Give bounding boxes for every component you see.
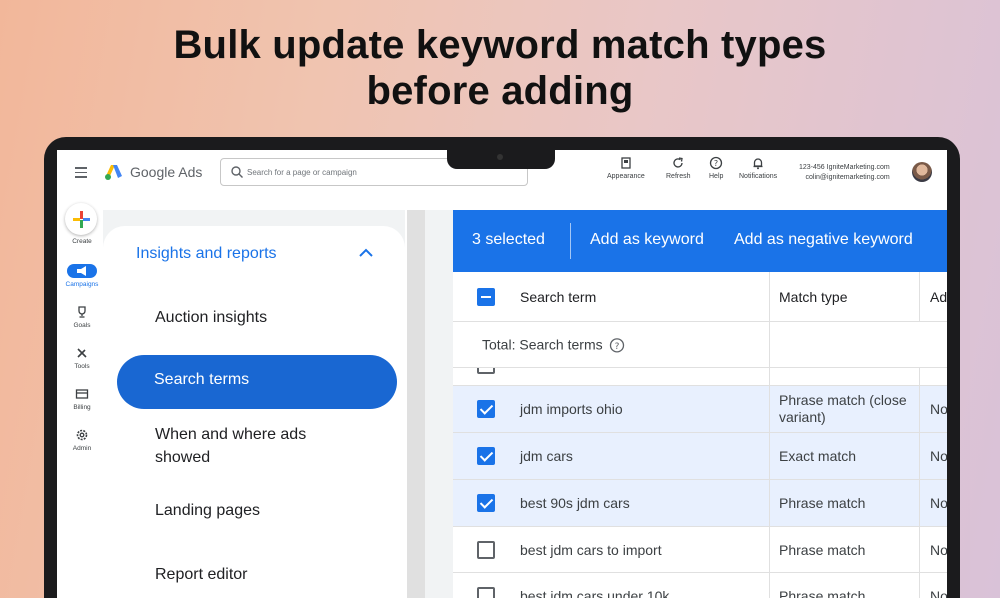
trophy-icon bbox=[78, 306, 86, 318]
row-checkbox[interactable] bbox=[477, 447, 495, 465]
appearance-button[interactable]: Appearance bbox=[607, 156, 645, 180]
match-type-cell: Phrase match bbox=[779, 495, 866, 511]
help-label: Help bbox=[709, 173, 724, 180]
chevron-up-icon[interactable] bbox=[357, 246, 375, 260]
notifications-button[interactable]: Notifications bbox=[739, 156, 777, 180]
app-name: Google Ads bbox=[130, 164, 203, 180]
row-checkbox[interactable] bbox=[477, 540, 495, 559]
table-row[interactable]: best jdm cars to import Phrase match No bbox=[453, 527, 947, 573]
add-as-keyword-button[interactable]: Add as keyword bbox=[590, 231, 704, 249]
select-all-checkbox[interactable] bbox=[477, 287, 495, 306]
sidebar-item-report-editor[interactable]: Report editor bbox=[155, 563, 355, 586]
search-terms-table: 3 selected Add as keyword Add as negativ… bbox=[453, 210, 947, 598]
table-row-partial bbox=[453, 368, 947, 386]
help-icon: ? bbox=[710, 156, 723, 170]
gear-icon bbox=[76, 429, 88, 441]
rail-item-campaigns[interactable]: Campaigns bbox=[57, 264, 107, 288]
account-info[interactable]: 123-456 IgniteMarketing.com colin@ignite… bbox=[799, 163, 890, 183]
rail-campaigns-label: Campaigns bbox=[65, 281, 99, 288]
table-row[interactable]: jdm imports ohio Phrase match (close var… bbox=[453, 386, 947, 433]
search-term-cell: jdm cars bbox=[520, 448, 573, 464]
match-type-cell: Phrase match bbox=[779, 541, 866, 558]
added-cell: No bbox=[930, 448, 947, 464]
search-term-cell: best 90s jdm cars bbox=[520, 495, 630, 511]
sidebar-item-landing-pages[interactable]: Landing pages bbox=[155, 499, 355, 522]
headline-line-2: before adding bbox=[366, 69, 634, 113]
match-type-cell: Phrase match (close variant) bbox=[779, 392, 907, 425]
headline-line-1: Bulk update keyword match types bbox=[173, 23, 827, 67]
refresh-label: Refresh bbox=[666, 173, 691, 180]
added-cell: No bbox=[930, 401, 947, 417]
appearance-label: Appearance bbox=[607, 173, 645, 180]
help-button[interactable]: ? Help bbox=[709, 156, 723, 180]
avatar[interactable] bbox=[912, 162, 932, 182]
search-term-cell: jdm imports ohio bbox=[520, 401, 623, 417]
sidebar-item-label: Search terms bbox=[154, 371, 250, 388]
rail-billing-label: Billing bbox=[73, 404, 91, 411]
tools-icon bbox=[77, 348, 87, 358]
row-checkbox[interactable] bbox=[477, 400, 495, 418]
rail-item-goals[interactable]: Goals bbox=[57, 305, 107, 329]
row-checkbox[interactable] bbox=[477, 368, 495, 374]
app-screen: Google Ads Appearance Refresh bbox=[57, 150, 947, 598]
added-cell: No bbox=[930, 587, 947, 598]
panel-divider bbox=[407, 210, 425, 598]
account-id: 123-456 IgniteMarketing.com bbox=[799, 164, 890, 171]
match-type-cell: Exact match bbox=[779, 448, 857, 464]
card-icon bbox=[75, 389, 89, 399]
search-term-cell: best jdm cars to import bbox=[520, 541, 662, 558]
rail-item-create[interactable]: Create bbox=[57, 238, 107, 245]
account-email: colin@ignitemarketing.com bbox=[805, 174, 890, 181]
rail-tools-label: Tools bbox=[74, 363, 90, 370]
rail-item-admin[interactable]: Admin bbox=[57, 428, 107, 452]
svg-text:?: ? bbox=[714, 159, 718, 168]
svg-text:?: ? bbox=[614, 342, 619, 352]
laptop-notch bbox=[447, 145, 555, 169]
search-icon bbox=[231, 166, 243, 178]
plus-icon bbox=[73, 211, 90, 228]
search-term-cell: best jdm cars under 10k bbox=[520, 587, 670, 598]
appearance-icon bbox=[621, 157, 631, 169]
rail-admin-label: Admin bbox=[72, 445, 92, 452]
menu-icon[interactable] bbox=[75, 167, 87, 178]
reports-panel bbox=[103, 226, 405, 598]
sidebar-item-when-where[interactable]: When and where ads showed bbox=[155, 423, 345, 469]
match-type-cell: Phrase match bbox=[779, 587, 866, 598]
table-row[interactable]: best jdm cars under 10k Phrase match No bbox=[453, 573, 947, 598]
sidebar-item-search-terms[interactable]: Search terms bbox=[117, 355, 397, 409]
rail-create-label: Create bbox=[72, 238, 92, 245]
table-header-row: Search term Match type Ad bbox=[453, 272, 947, 322]
table-row[interactable]: best 90s jdm cars Phrase match No bbox=[453, 480, 947, 527]
sidebar-item-auction-insights[interactable]: Auction insights bbox=[155, 306, 355, 329]
rail-goals-label: Goals bbox=[73, 322, 91, 329]
add-as-negative-keyword-button[interactable]: Add as negative keyword bbox=[734, 231, 913, 249]
selected-count: 3 selected bbox=[472, 231, 545, 248]
content-gutter bbox=[425, 210, 453, 598]
total-row: Total: Search terms ? bbox=[453, 322, 947, 368]
added-cell: No bbox=[930, 495, 947, 511]
refresh-button[interactable]: Refresh bbox=[666, 156, 691, 180]
table-row[interactable]: jdm cars Exact match No bbox=[453, 433, 947, 480]
bell-icon bbox=[753, 158, 763, 170]
refresh-icon bbox=[673, 157, 683, 168]
megaphone-icon bbox=[67, 264, 97, 278]
row-checkbox[interactable] bbox=[477, 494, 495, 512]
create-button[interactable] bbox=[65, 203, 97, 235]
selection-bar: 3 selected Add as keyword Add as negativ… bbox=[453, 210, 947, 272]
notifications-label: Notifications bbox=[739, 173, 778, 180]
added-cell: No bbox=[930, 541, 947, 558]
rail-item-billing[interactable]: Billing bbox=[57, 387, 107, 411]
rail-item-tools[interactable]: Tools bbox=[57, 346, 107, 370]
left-rail: Create Campaigns Goals Tools Billing Adm… bbox=[57, 196, 103, 598]
headline: Bulk update keyword match types before a… bbox=[0, 22, 1000, 114]
row-checkbox[interactable] bbox=[477, 586, 495, 598]
selection-divider bbox=[570, 223, 571, 259]
help-circle-icon[interactable]: ? bbox=[609, 337, 625, 353]
section-title-insights[interactable]: Insights and reports bbox=[136, 245, 277, 263]
google-ads-logo-icon bbox=[105, 165, 122, 180]
